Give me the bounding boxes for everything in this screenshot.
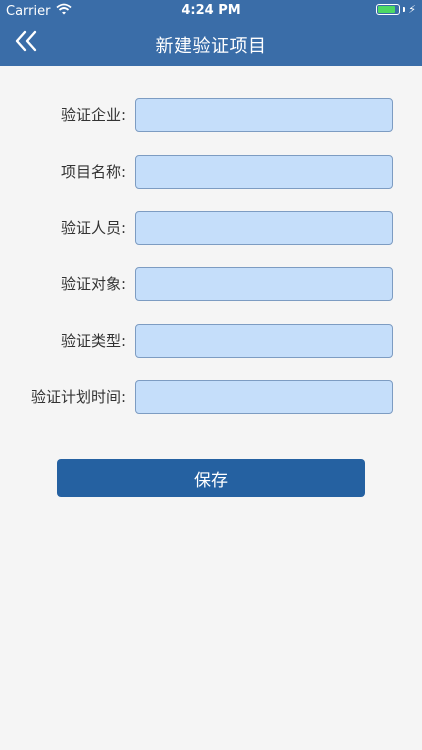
- type-input[interactable]: [135, 324, 393, 358]
- status-time: 4:24 PM: [181, 3, 241, 18]
- personnel-label: 验证人员:: [60, 219, 126, 237]
- project-name-label: 项目名称:: [60, 163, 126, 181]
- status-right: ⚡: [376, 4, 416, 15]
- form-row-object: 验证对象:: [0, 267, 422, 301]
- form-row-type: 验证类型:: [0, 324, 422, 358]
- type-label: 验证类型:: [60, 332, 126, 350]
- save-button[interactable]: 保存: [57, 459, 365, 497]
- navigation-bar: 新建验证项目: [0, 22, 422, 66]
- company-label: 验证企业:: [60, 106, 126, 124]
- battery-icon: [376, 4, 401, 15]
- battery-tip: [403, 7, 406, 12]
- form-row-plan-time: 验证计划时间:: [0, 380, 422, 414]
- form-row-company: 验证企业:: [0, 98, 422, 132]
- charging-icon: ⚡: [408, 3, 416, 16]
- object-label: 验证对象:: [60, 275, 126, 293]
- personnel-input[interactable]: [135, 211, 393, 245]
- object-input[interactable]: [135, 267, 393, 301]
- page-title: 新建验证项目: [155, 36, 267, 57]
- plan-time-label: 验证计划时间:: [30, 388, 126, 406]
- plan-time-input[interactable]: [135, 380, 393, 414]
- status-bar: Carrier 4:24 PM ⚡: [0, 0, 422, 22]
- form-row-project-name: 项目名称:: [0, 155, 422, 189]
- app-header: Carrier 4:24 PM ⚡ 新建验证项目: [0, 0, 422, 66]
- company-input[interactable]: [135, 98, 393, 132]
- form-row-personnel: 验证人员:: [0, 211, 422, 245]
- project-name-input[interactable]: [135, 155, 393, 189]
